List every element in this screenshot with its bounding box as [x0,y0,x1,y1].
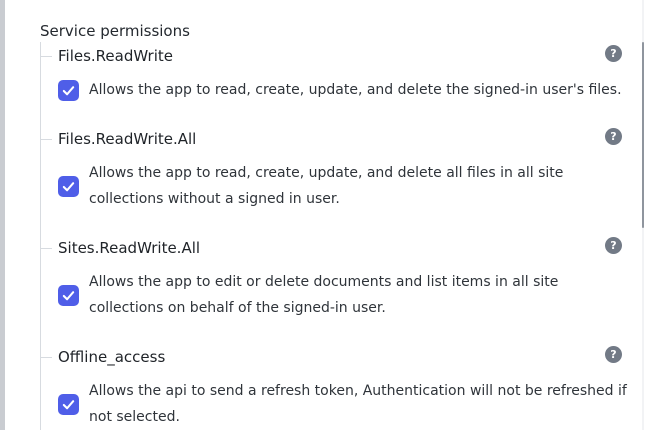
permission-name: Files.ReadWrite.All [58,130,197,148]
permission-description: Allows the app to edit or delete documen… [89,274,559,316]
permission-checkbox[interactable] [58,176,79,197]
permission-tree-line [40,42,41,430]
checkmark-icon [62,86,75,96]
left-edge-divider [0,0,5,430]
question-circle-icon[interactable]: ? [605,45,622,62]
service-permissions-heading: Service permissions [40,22,190,40]
checkmark-icon [62,182,75,192]
permissions-panel: Service permissions Files.ReadWrite ? Al… [0,0,669,430]
permission-branch-line [40,248,52,249]
question-circle-icon[interactable]: ? [605,237,622,254]
checkmark-icon [62,400,75,410]
permission-description: Allows the app to read, create, update, … [89,82,622,98]
question-circle-icon[interactable]: ? [605,128,622,145]
permission-name: Offline_access [58,348,166,366]
permission-branch-line [40,139,52,140]
permission-checkbox[interactable] [58,285,79,306]
permission-name: Files.ReadWrite [58,47,173,65]
checkmark-icon [62,291,75,301]
question-circle-icon[interactable]: ? [605,346,622,363]
permission-checkbox[interactable] [58,394,79,415]
permission-branch-line [40,357,52,358]
permission-name: Sites.ReadWrite.All [58,239,201,257]
permission-checkbox[interactable] [58,80,79,101]
permission-branch-line [40,56,52,57]
permission-description: Allows the app to read, create, update, … [89,165,564,207]
permission-description: Allows the api to send a refresh token, … [89,383,627,425]
scroll-thumb[interactable] [642,42,644,228]
